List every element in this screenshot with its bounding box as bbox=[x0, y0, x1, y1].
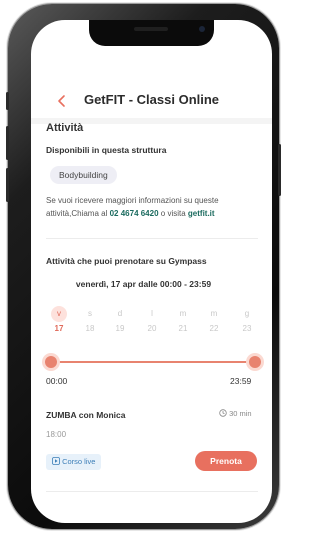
day-picker-item[interactable]: m 21 bbox=[172, 306, 194, 333]
live-badge: Corso live bbox=[46, 454, 102, 470]
activity-chip[interactable]: Bodybuilding bbox=[50, 166, 117, 184]
time-start-label: 00:00 bbox=[46, 376, 68, 386]
time-range-track[interactable] bbox=[52, 361, 257, 363]
clock-icon bbox=[219, 409, 227, 417]
day-letter: v bbox=[51, 306, 67, 322]
time-range-end-handle[interactable] bbox=[249, 356, 261, 368]
day-number: 18 bbox=[85, 324, 95, 333]
info-middle: o visita bbox=[160, 209, 186, 218]
day-letter: l bbox=[151, 309, 153, 318]
day-number: 22 bbox=[209, 324, 219, 333]
day-picker-item[interactable]: d 19 bbox=[109, 306, 131, 333]
notch bbox=[89, 20, 214, 46]
time-end-label: 23:59 bbox=[230, 376, 252, 386]
day-number: 19 bbox=[115, 324, 125, 333]
divider bbox=[46, 491, 258, 492]
live-badge-label: Corso live bbox=[62, 457, 96, 466]
duration-label: 30 min bbox=[229, 409, 252, 418]
app-header: GetFIT - Classi Online bbox=[31, 80, 272, 119]
mute-switch bbox=[6, 92, 9, 110]
phone-link[interactable]: 02 4674 6420 bbox=[110, 209, 159, 218]
day-picker-item[interactable]: l 20 bbox=[141, 306, 163, 333]
subsection-title: Disponibili in questa struttura bbox=[46, 145, 167, 155]
class-duration: 30 min bbox=[219, 409, 252, 418]
website-link[interactable]: getfit.it bbox=[188, 209, 215, 218]
volume-down-button bbox=[6, 168, 9, 202]
info-text: Se vuoi ricevere maggiori informazioni s… bbox=[46, 194, 258, 220]
divider bbox=[46, 238, 258, 239]
section-title: Attività bbox=[46, 122, 84, 134]
day-picker-item[interactable]: v 17 bbox=[48, 306, 70, 333]
volume-up-button bbox=[6, 126, 9, 160]
power-button bbox=[278, 144, 281, 196]
day-letter: m bbox=[210, 309, 218, 318]
play-icon bbox=[52, 457, 60, 465]
page-title: GetFIT - Classi Online bbox=[83, 92, 220, 107]
day-number: 20 bbox=[147, 324, 157, 333]
day-picker-item[interactable]: g 23 bbox=[236, 306, 258, 333]
class-time: 18:00 bbox=[46, 430, 67, 439]
day-letter: g bbox=[244, 309, 250, 318]
day-number: 23 bbox=[242, 324, 252, 333]
speaker-grille bbox=[134, 27, 168, 31]
day-picker-item[interactable]: m 22 bbox=[203, 306, 225, 333]
day-number: 21 bbox=[178, 324, 188, 333]
book-button[interactable]: Prenota bbox=[195, 451, 257, 471]
day-letter: d bbox=[117, 309, 123, 318]
date-range: venerdì, 17 apr dalle 00:00 - 23:59 bbox=[75, 279, 212, 289]
time-range-start-handle[interactable] bbox=[45, 356, 57, 368]
day-letter: m bbox=[179, 309, 187, 318]
day-number: 17 bbox=[54, 324, 64, 333]
class-name: ZUMBA con Monica bbox=[46, 410, 126, 420]
day-picker-item[interactable]: s 18 bbox=[79, 306, 101, 333]
front-camera bbox=[199, 26, 205, 32]
gympass-title: Attività che puoi prenotare su Gympass bbox=[46, 256, 207, 266]
day-letter: s bbox=[88, 309, 92, 318]
app-screen: GetFIT - Classi Online bbox=[31, 20, 272, 523]
